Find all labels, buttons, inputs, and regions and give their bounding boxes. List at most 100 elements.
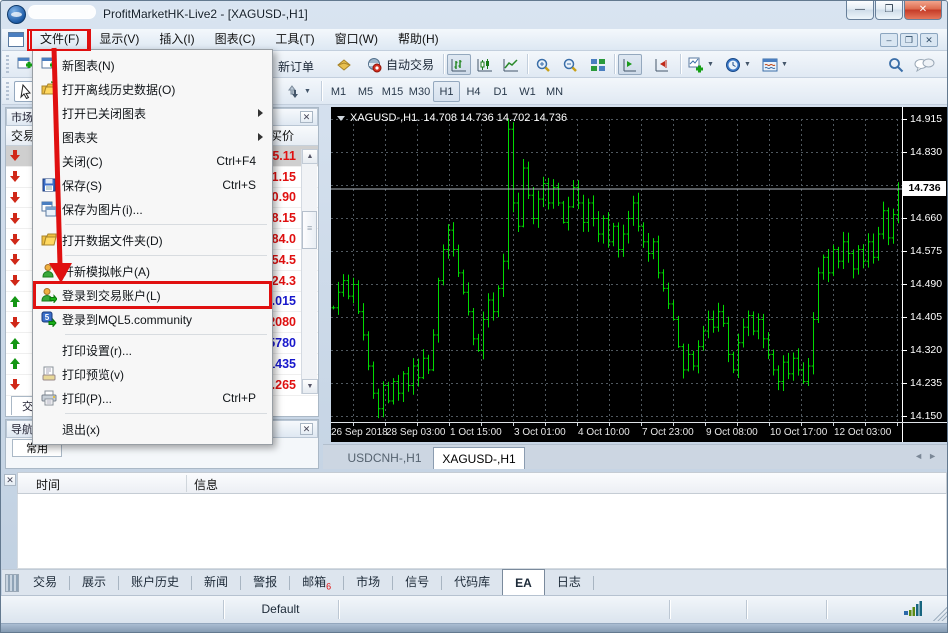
file-menu-item-3[interactable]: 图表夹	[35, 125, 270, 149]
navigator-close-icon[interactable]: ✕	[300, 423, 313, 435]
file-menu-item-2[interactable]: 打开已关闭图表	[35, 101, 270, 125]
column-bid[interactable]: 买价	[270, 127, 294, 144]
menu-view[interactable]: 显示(V)	[89, 29, 149, 51]
menu-insert[interactable]: 插入(I)	[149, 29, 204, 51]
time-axis-label: 3 Oct 01:00	[514, 427, 566, 438]
community-chat-button[interactable]	[910, 54, 938, 75]
terminal-dock-icon[interactable]	[5, 574, 19, 592]
down-arrow-icon	[10, 192, 20, 203]
chart-tab-usdcnh[interactable]: USDCNH-,H1	[337, 447, 432, 469]
menu-item-label: 打印设置(r)...	[62, 342, 270, 359]
timeframe-h4-button[interactable]: H4	[460, 81, 487, 102]
terminal-body[interactable]	[17, 494, 947, 569]
child-close-button[interactable]: ✕	[920, 33, 938, 47]
timeframe-h1-button[interactable]: H1	[433, 81, 460, 102]
scroll-up-icon[interactable]: ▲	[302, 149, 318, 164]
terminal-tab-3[interactable]: 新闻	[192, 570, 240, 595]
line-chart-mode-button[interactable]	[499, 54, 523, 75]
file-menu-item-5[interactable]: 保存(S)Ctrl+S	[35, 173, 270, 197]
file-menu-item-11[interactable]: 登录到交易账户(L)	[35, 283, 270, 307]
toolbar-grip[interactable]	[6, 82, 9, 100]
indicators-icon	[688, 57, 704, 73]
terminal-tab-8[interactable]: 代码库	[442, 570, 502, 595]
file-menu-item-8[interactable]: 打开数据文件夹(D)	[35, 228, 270, 252]
menu-tools[interactable]: 工具(T)	[265, 29, 324, 51]
minimize-button[interactable]: —	[846, 1, 874, 20]
timeframe-m15-button[interactable]: M15	[379, 81, 406, 102]
terminal-tabs: 交易展示账户历史新闻警报邮箱6市场信号代码库EA日志	[2, 569, 948, 595]
menu-item-label: 登录到交易账户(L)	[62, 287, 270, 304]
terminal-close-icon[interactable]: ✕	[4, 474, 16, 486]
timeframe-m30-button[interactable]: M30	[406, 81, 433, 102]
scroll-down-icon[interactable]: ▼	[302, 379, 318, 394]
timeframe-mn-button[interactable]: MN	[541, 81, 568, 102]
column-divider[interactable]	[186, 475, 187, 492]
terminal-tab-0[interactable]: 交易	[21, 570, 69, 595]
chart-area[interactable]: XAGUSD-,H1. 14.708 14.736 14.702 14.736 …	[331, 107, 947, 442]
terminal-tab-ea[interactable]: EA	[502, 569, 545, 595]
terminal-tab-2[interactable]: 账户历史	[119, 570, 191, 595]
file-menu-item-10[interactable]: 开新模拟帐户(A)	[35, 259, 270, 283]
timeframe-m1-button[interactable]: M1	[325, 81, 352, 102]
chart-shift-button[interactable]	[650, 54, 674, 75]
price-chart[interactable]	[331, 107, 947, 442]
file-menu-popup: 新图表(N)打开离线历史数据(O)打开已关闭图表图表夹关闭(C)Ctrl+F4保…	[32, 49, 273, 445]
terminal-column-info[interactable]: 信息	[194, 476, 218, 493]
terminal-tab-7[interactable]: 信号	[393, 570, 441, 595]
chart-caret-icon[interactable]	[337, 116, 345, 121]
tile-windows-button[interactable]	[586, 54, 610, 75]
file-menu-item-4[interactable]: 关闭(C)Ctrl+F4	[35, 149, 270, 173]
chart-tab-xagusd[interactable]: XAGUSD-,H1	[433, 447, 525, 469]
market-watch-close-icon[interactable]: ✕	[300, 111, 313, 123]
market-watch-scrollbar[interactable]: ▲ ▼	[301, 149, 317, 394]
file-menu-item-12[interactable]: 5登录到MQL5.community	[35, 307, 270, 331]
timeframe-d1-button[interactable]: D1	[487, 81, 514, 102]
new-order-label[interactable]: 新订单	[278, 58, 314, 75]
print-icon	[35, 390, 62, 406]
bar-chart-mode-button[interactable]	[447, 54, 471, 75]
file-menu-item-14[interactable]: 打印设置(r)...	[35, 338, 270, 362]
file-menu-item-6[interactable]: 保存为图片(i)...	[35, 197, 270, 221]
resize-grip[interactable]	[933, 607, 947, 621]
timeframe-w1-button[interactable]: W1	[514, 81, 541, 102]
restore-button[interactable]: ❐	[875, 1, 903, 20]
file-menu-item-15[interactable]: 打印预览(v)	[35, 362, 270, 386]
terminal-tab-10[interactable]: 日志	[545, 570, 593, 595]
child-minimize-button[interactable]: –	[880, 33, 898, 47]
auto-scroll-button[interactable]	[618, 54, 642, 75]
indicators-button[interactable]: ▼	[685, 54, 717, 75]
file-menu-item-18[interactable]: 退出(x)	[35, 417, 270, 441]
terminal-tab-4[interactable]: 警报	[241, 570, 289, 595]
zoom-in-button[interactable]	[531, 54, 555, 75]
terminal-tab-1[interactable]: 展示	[70, 570, 118, 595]
scrollbar-thumb[interactable]	[302, 211, 317, 249]
menu-help[interactable]: 帮助(H)	[388, 29, 449, 51]
toolbar-grip[interactable]	[6, 55, 9, 73]
close-button[interactable]: ✕	[904, 1, 942, 20]
terminal-tab-6[interactable]: 市场	[344, 570, 392, 595]
menu-file[interactable]: 文件(F)	[30, 29, 89, 51]
periods-button[interactable]: ▼	[722, 54, 754, 75]
deposit-button[interactable]	[332, 54, 356, 75]
search-icon	[888, 57, 904, 73]
menu-window[interactable]: 窗口(W)	[325, 29, 388, 51]
auto-trading-button[interactable]: 自动交易	[362, 54, 438, 75]
price-axis-label: 14.830	[910, 146, 946, 158]
templates-button[interactable]: ▼	[759, 54, 791, 75]
connection-status-icon[interactable]	[904, 601, 922, 617]
search-button[interactable]	[884, 54, 908, 75]
timeframe-m5-button[interactable]: M5	[352, 81, 379, 102]
menu-item-label: 打印预览(v)	[62, 366, 270, 383]
profile-indicator[interactable]: Default	[223, 602, 338, 616]
child-restore-button[interactable]: ❐	[900, 33, 918, 47]
file-menu-item-16[interactable]: 打印(P)...Ctrl+P	[35, 386, 270, 410]
terminal-column-time[interactable]: 时间	[36, 476, 60, 493]
chart-tab-scroll-arrows[interactable]: ◄ ►	[914, 451, 937, 461]
terminal-tab-5[interactable]: 邮箱6	[290, 570, 343, 595]
candlestick-mode-button[interactable]	[473, 54, 497, 75]
zoom-out-button[interactable]	[558, 54, 582, 75]
symbol-arrows-button[interactable]: ▼	[280, 81, 316, 102]
menu-charts[interactable]: 图表(C)	[205, 29, 266, 51]
file-menu-item-1[interactable]: 打开离线历史数据(O)	[35, 77, 270, 101]
file-menu-item-0[interactable]: 新图表(N)	[35, 53, 270, 77]
